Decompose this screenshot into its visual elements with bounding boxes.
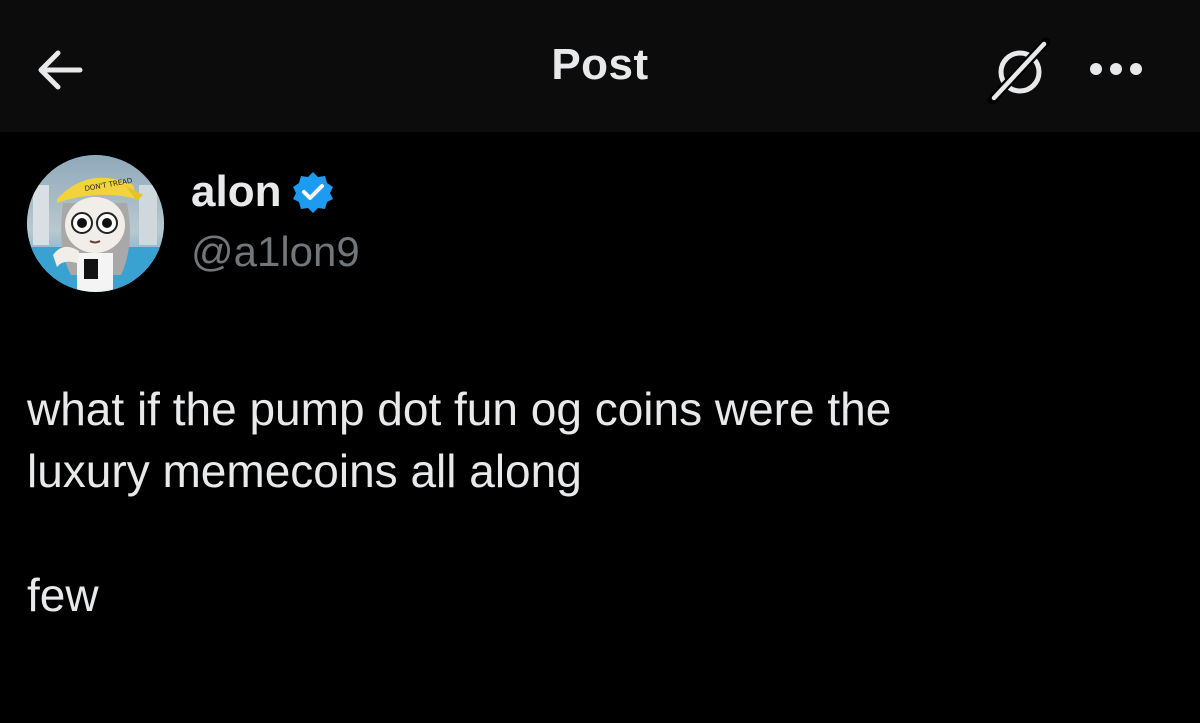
avatar-image: DON'T TREAD — [27, 155, 164, 292]
author-display-name[interactable]: alon — [191, 167, 281, 217]
verified-badge-icon — [291, 170, 335, 214]
more-horizontal-icon — [1090, 63, 1142, 75]
author-name-row: alon — [191, 166, 335, 218]
avatar[interactable]: DON'T TREAD — [27, 155, 164, 292]
top-bar: Post — [0, 0, 1200, 132]
grok-icon — [987, 37, 1051, 105]
author-handle[interactable]: @a1lon9 — [191, 228, 360, 276]
post-text: what if the pump dot fun og coins were t… — [27, 383, 892, 621]
grok-button[interactable] — [984, 34, 1056, 106]
post-detail-page: Post DON'T TREAD alon @a1lon9 what if th… — [0, 0, 1200, 723]
more-options-button[interactable] — [1080, 44, 1152, 94]
